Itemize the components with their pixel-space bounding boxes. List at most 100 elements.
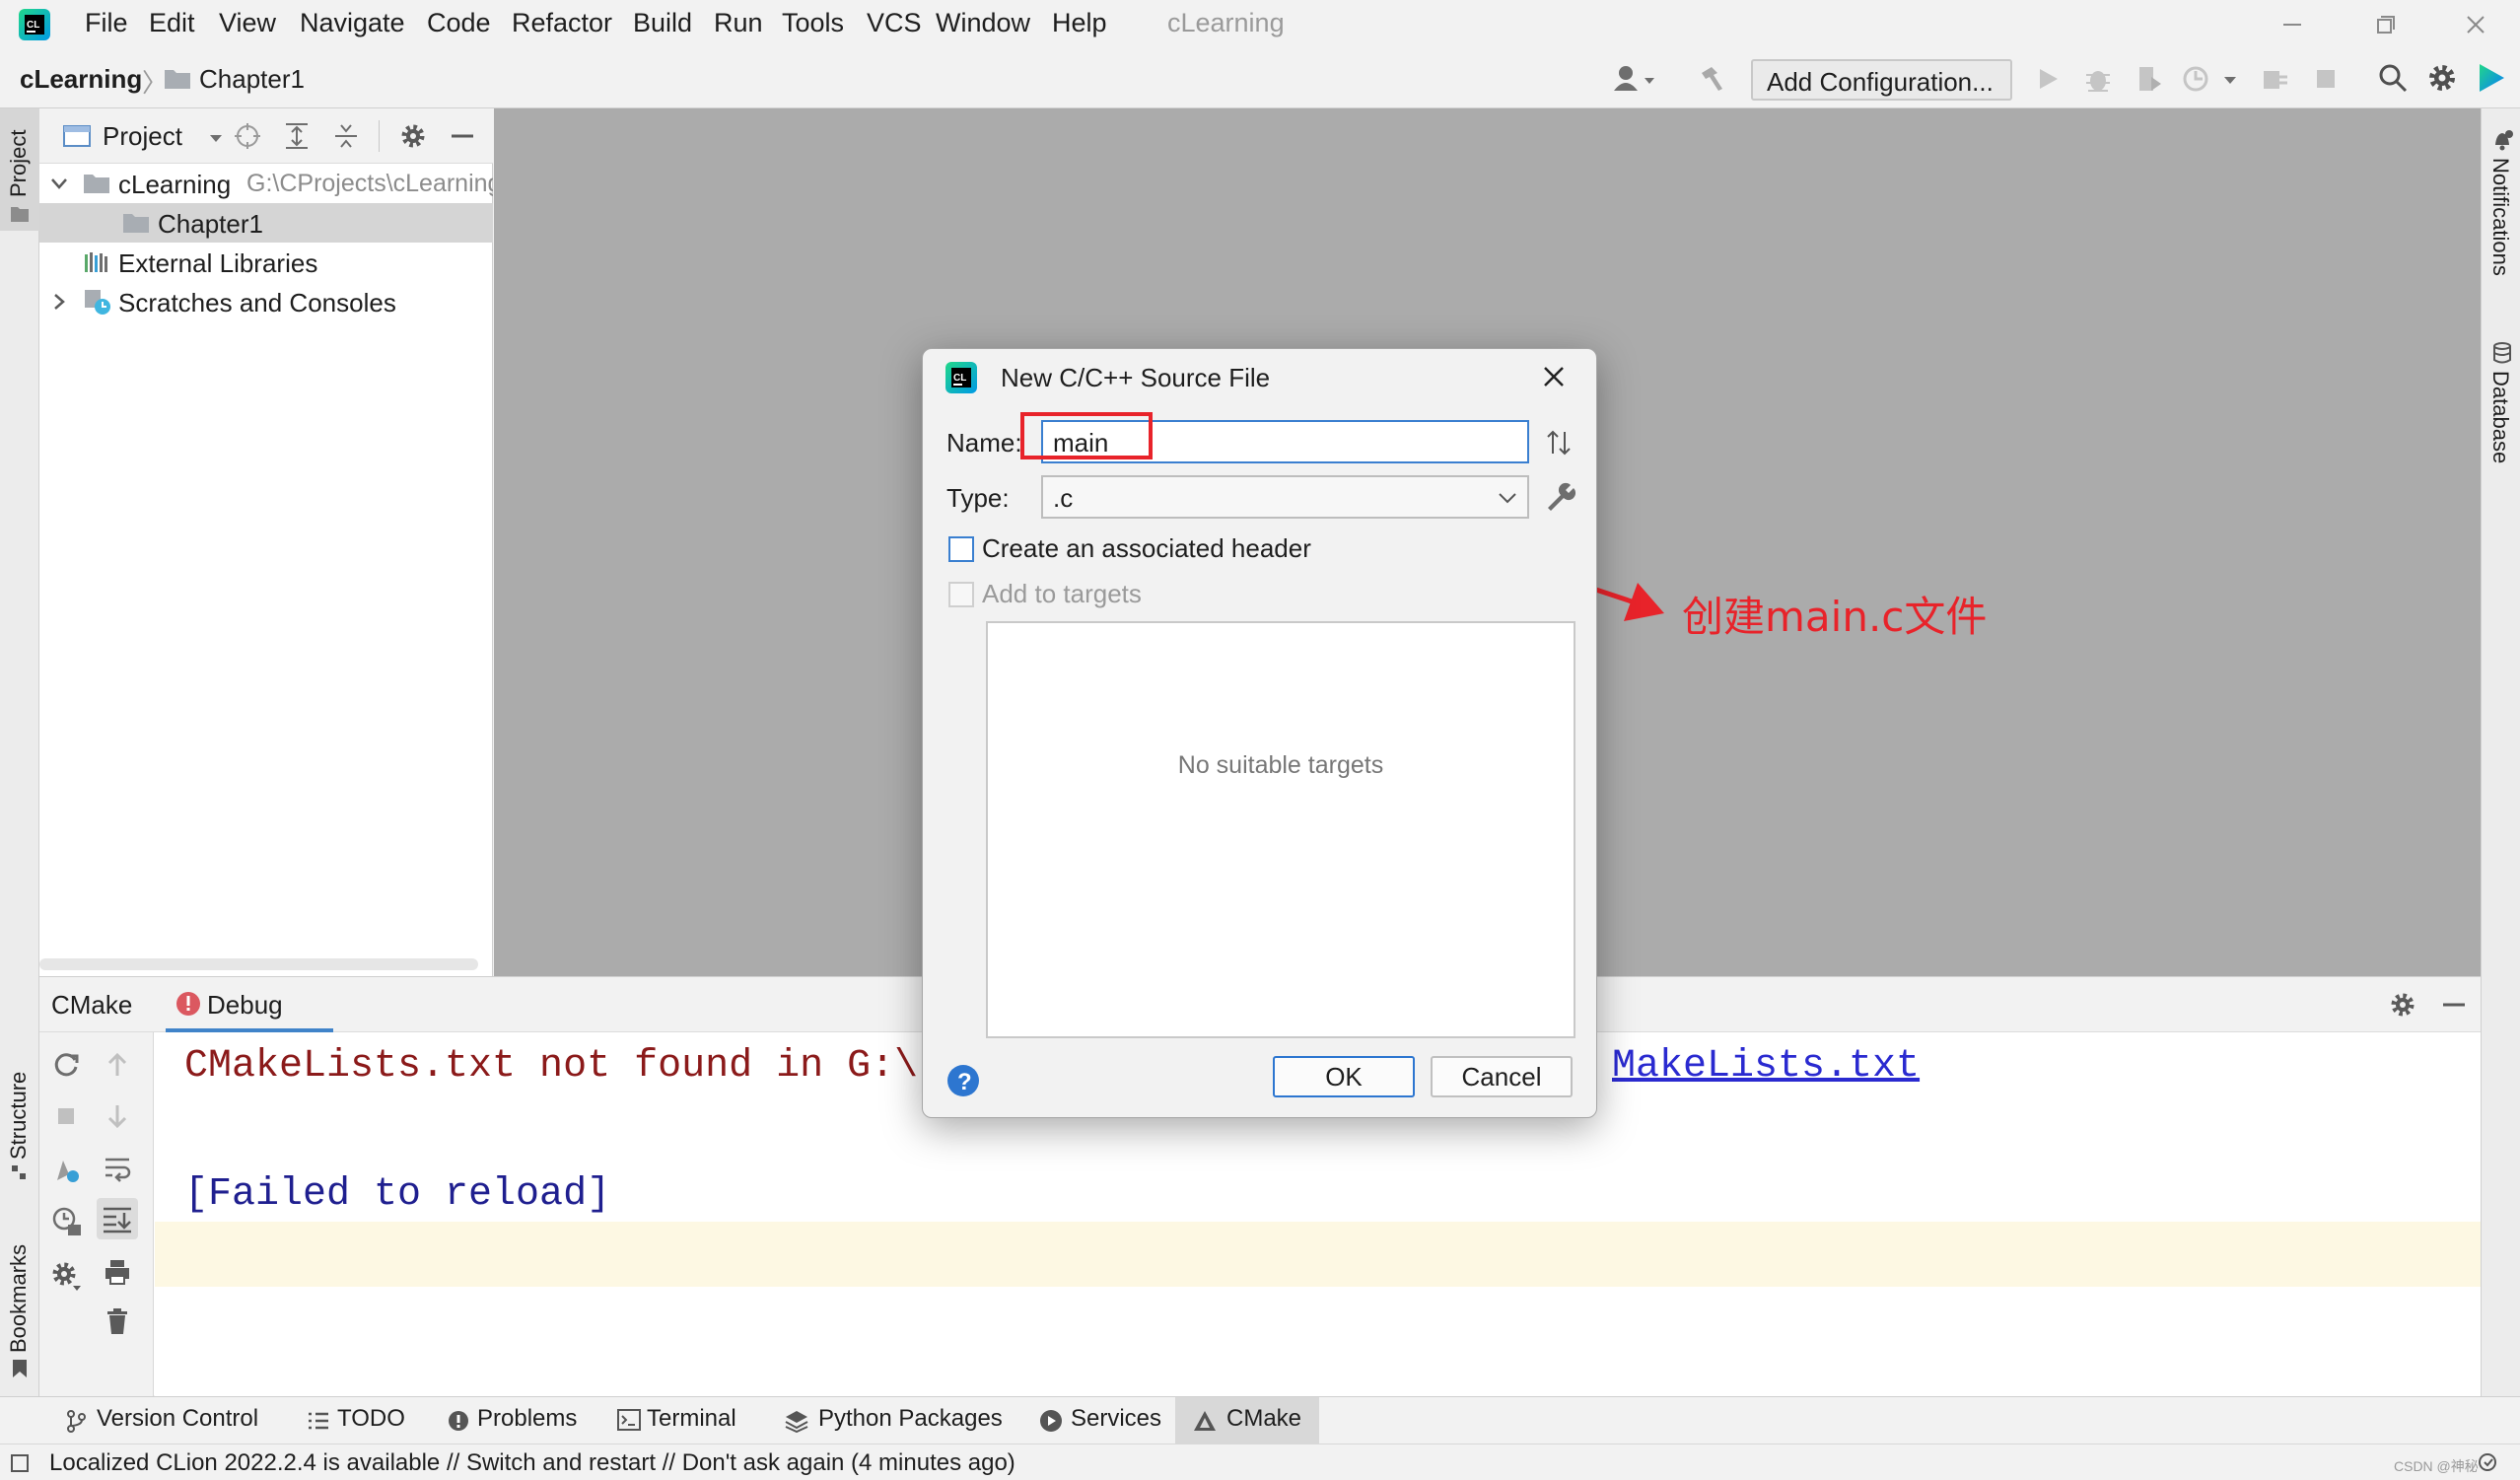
inspection-icon[interactable]	[2477, 1450, 2502, 1476]
close-dialog-icon[interactable]	[1538, 361, 1570, 392]
menu-file[interactable]: File	[85, 8, 128, 38]
attach-debugger-icon[interactable]	[2260, 63, 2291, 95]
close-window-icon[interactable]	[2461, 10, 2490, 39]
cmake-triangle-icon	[1193, 1410, 1217, 1432]
tab-debug[interactable]: Debug	[166, 977, 333, 1032]
clion-logo-icon: CL	[18, 8, 51, 41]
reload-icon[interactable]	[51, 1050, 81, 1080]
minimize-panel-icon[interactable]	[2439, 990, 2469, 1020]
navigation-bar: cLearning 〉 Chapter1 Add Configuration..…	[0, 49, 2520, 108]
collapse-all-icon[interactable]	[331, 121, 361, 151]
project-panel: Project cLearning G:\CProjects\cLearning…	[39, 108, 493, 976]
arrow-down-icon[interactable]	[103, 1101, 132, 1131]
database-tool-button[interactable]: Database	[2482, 341, 2520, 479]
trash-icon[interactable]	[103, 1306, 132, 1336]
status-toggle-icon[interactable]	[10, 1453, 30, 1473]
user-icon[interactable]	[1613, 63, 1664, 95]
tree-node-scratches[interactable]: Scratches and Consoles	[39, 282, 493, 321]
run-with-coverage-icon[interactable]	[2134, 63, 2165, 95]
svg-text:?: ?	[957, 1069, 972, 1095]
project-settings-gear-icon[interactable]	[398, 121, 428, 151]
tool-terminal[interactable]: Terminal	[617, 1397, 765, 1445]
terminal-icon	[617, 1409, 641, 1431]
menu-window[interactable]: Window	[936, 8, 1030, 38]
bookmarks-tool-button[interactable]: Bookmarks	[0, 1223, 39, 1380]
menu-edit[interactable]: Edit	[149, 8, 195, 38]
breadcrumb-project[interactable]: cLearning	[20, 64, 142, 95]
tool-todo-label: TODO	[337, 1405, 405, 1432]
tool-version-control-label: Version Control	[97, 1405, 259, 1432]
run-icon[interactable]	[2033, 63, 2063, 95]
tool-python-packages[interactable]: Python Packages	[785, 1397, 1012, 1445]
build-hammer-icon[interactable]	[1696, 63, 1727, 95]
jetbrains-toolbox-icon[interactable]	[2475, 61, 2508, 95]
header-checkbox-label[interactable]: Create an associated header	[982, 533, 1311, 564]
window-title: cLearning	[1167, 8, 1285, 37]
stop-icon[interactable]	[51, 1101, 81, 1131]
notifications-tool-button[interactable]: Notifications	[2482, 128, 2520, 316]
minimize-icon[interactable]	[2277, 12, 2307, 37]
status-message[interactable]: Localized CLion 2022.2.4 is available //…	[49, 1449, 1015, 1477]
tool-version-control[interactable]: Version Control	[63, 1397, 270, 1445]
project-tool-button[interactable]: Project	[0, 108, 39, 231]
dropdown-arrow-icon[interactable]	[209, 132, 223, 144]
stop-icon[interactable]	[2311, 63, 2341, 95]
cmake-settings-icon[interactable]	[51, 1155, 81, 1184]
database-tool-label: Database	[2488, 371, 2513, 464]
tool-problems[interactable]: Problems	[446, 1397, 594, 1445]
horizontal-scrollbar[interactable]	[39, 958, 478, 970]
menu-view[interactable]: View	[219, 8, 276, 38]
soft-wrap-icon[interactable]	[103, 1153, 132, 1182]
problems-icon	[448, 1410, 469, 1432]
cancel-button[interactable]: Cancel	[1431, 1056, 1573, 1097]
tree-node-external-libraries[interactable]: External Libraries	[39, 243, 493, 282]
ok-button[interactable]: OK	[1273, 1056, 1415, 1097]
debug-icon[interactable]	[2082, 63, 2114, 95]
tree-node-root[interactable]: cLearning G:\CProjects\cLearning	[39, 164, 493, 203]
tool-services[interactable]: Services	[1039, 1397, 1167, 1445]
menu-code[interactable]: Code	[427, 8, 491, 38]
menu-build[interactable]: Build	[633, 8, 692, 38]
expand-all-icon[interactable]	[282, 121, 312, 151]
menu-tools[interactable]: Tools	[782, 8, 844, 38]
profile-icon[interactable]	[2181, 63, 2244, 95]
type-select[interactable]: .c	[1041, 475, 1529, 519]
left-tool-strip: Project Structure Bookmarks	[0, 108, 39, 1396]
menu-bar: CL File Edit View Navigate Code Refactor…	[0, 0, 2520, 49]
panel-settings-gear-icon[interactable]	[2388, 990, 2417, 1020]
search-everywhere-icon[interactable]	[2376, 61, 2410, 95]
targets-list[interactable]: No suitable targets	[986, 621, 1575, 1038]
chevron-down-icon[interactable]	[49, 174, 69, 193]
menu-vcs[interactable]: VCS	[867, 8, 922, 38]
sort-arrows-icon[interactable]	[1544, 428, 1574, 458]
print-icon[interactable]	[103, 1257, 132, 1287]
settings-dropdown-gear-icon[interactable]	[49, 1259, 83, 1293]
scratches-icon	[83, 288, 112, 316]
menu-refactor[interactable]: Refactor	[512, 8, 612, 38]
structure-tool-button[interactable]: Structure	[0, 1045, 39, 1183]
menu-help[interactable]: Help	[1052, 8, 1107, 38]
settings-gear-icon[interactable]	[2425, 61, 2459, 95]
scroll-to-end-button[interactable]	[97, 1198, 138, 1239]
tool-cmake[interactable]: CMake	[1175, 1397, 1319, 1445]
tool-python-packages-label: Python Packages	[818, 1405, 1003, 1432]
locate-file-icon[interactable]	[233, 121, 262, 151]
chevron-right-icon[interactable]	[49, 292, 69, 312]
tree-node-chapter1[interactable]: Chapter1	[39, 203, 493, 243]
console-error-link[interactable]: MakeLists.txt	[1612, 1044, 1920, 1089]
tool-todo[interactable]: TODO	[306, 1397, 414, 1445]
tab-cmake[interactable]: CMake	[51, 990, 132, 1021]
clear-cache-icon[interactable]	[51, 1206, 83, 1237]
menu-navigate[interactable]: Navigate	[300, 8, 405, 38]
hide-panel-icon[interactable]	[448, 121, 477, 151]
header-checkbox[interactable]	[948, 536, 974, 562]
arrow-up-icon[interactable]	[103, 1050, 132, 1080]
breadcrumb-folder[interactable]: Chapter1	[199, 64, 305, 95]
menu-run[interactable]: Run	[714, 8, 763, 38]
add-configuration-button[interactable]: Add Configuration...	[1751, 59, 2012, 101]
help-icon[interactable]: ?	[946, 1064, 980, 1097]
folder-icon	[164, 67, 191, 91]
wrench-icon[interactable]	[1544, 481, 1575, 513]
project-view-title[interactable]: Project	[103, 121, 182, 152]
restore-icon[interactable]	[2370, 12, 2400, 37]
